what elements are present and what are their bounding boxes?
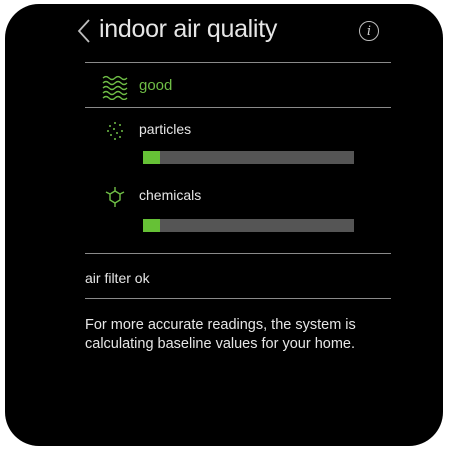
sensor-label: chemicals <box>139 187 202 203</box>
chemicals-level-fill <box>143 219 160 232</box>
divider <box>85 298 391 299</box>
chevron-left-icon[interactable] <box>76 18 92 44</box>
header: indoor air quality i <box>5 4 443 62</box>
page-title: indoor air quality <box>99 15 278 43</box>
air-quality-status: good <box>101 72 391 106</box>
air-waves-icon <box>101 72 129 105</box>
divider <box>85 62 391 63</box>
particles-level-bar <box>143 151 354 164</box>
info-icon[interactable]: i <box>359 21 379 41</box>
particles-icon <box>105 121 125 146</box>
divider <box>85 253 391 254</box>
particles-level-fill <box>143 151 160 164</box>
baseline-message: For more accurate readings, the system i… <box>85 317 356 352</box>
divider <box>85 107 391 108</box>
air-filter-status: air filter ok <box>85 270 150 286</box>
status-label: good <box>139 77 173 94</box>
chemicals-icon <box>105 187 125 212</box>
chemicals-level-bar <box>143 219 354 232</box>
thermostat-screen: indoor air quality i good particles chem… <box>5 4 443 446</box>
sensor-label: particles <box>139 121 192 137</box>
